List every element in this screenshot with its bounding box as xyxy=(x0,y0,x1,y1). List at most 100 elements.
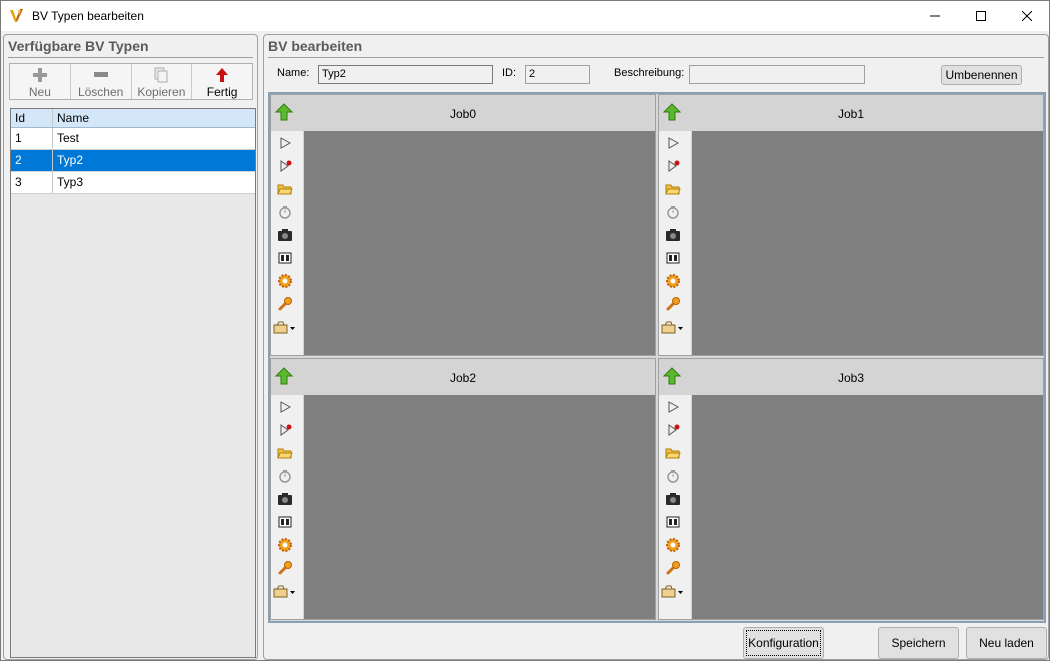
toolbox-dropdown-icon[interactable] xyxy=(661,319,685,335)
description-label: Beschreibung: xyxy=(614,67,685,79)
play-icon[interactable] xyxy=(665,135,681,151)
toolbox-dropdown-icon[interactable] xyxy=(273,319,297,335)
description-field[interactable] xyxy=(689,65,865,84)
open-folder-icon[interactable] xyxy=(277,445,293,461)
job-canvas[interactable] xyxy=(692,395,1043,619)
io-module-icon[interactable] xyxy=(277,514,293,530)
timer-icon[interactable] xyxy=(665,204,681,220)
play-icon[interactable] xyxy=(277,399,293,415)
io-module-icon[interactable] xyxy=(277,250,293,266)
column-header-name[interactable]: Name xyxy=(53,109,255,127)
job-canvas[interactable] xyxy=(304,131,655,355)
minimize-icon xyxy=(930,15,940,17)
column-header-id[interactable]: Id xyxy=(11,109,53,127)
rename-button[interactable]: Umbenennen xyxy=(941,65,1022,85)
name-label: Name: xyxy=(277,67,310,79)
job-canvas[interactable] xyxy=(304,395,655,619)
copy-icon xyxy=(153,67,169,83)
settings-gear-icon[interactable] xyxy=(665,273,681,289)
maximize-icon xyxy=(976,11,986,21)
reload-button[interactable]: Neu laden xyxy=(966,627,1047,659)
io-module-icon[interactable] xyxy=(665,514,681,530)
row-name: Test xyxy=(57,131,80,145)
job-toolbar xyxy=(271,395,303,619)
job-panel-1: Job1 xyxy=(658,94,1044,356)
wrench-icon[interactable] xyxy=(277,296,293,312)
timer-icon[interactable] xyxy=(277,204,293,220)
table-row[interactable]: 3 Typ3 xyxy=(11,172,255,194)
job-canvas[interactable] xyxy=(692,131,1043,355)
timer-icon[interactable] xyxy=(665,468,681,484)
table-row-selected[interactable]: 2 Typ2 xyxy=(11,150,255,172)
job-title: Job1 xyxy=(837,107,865,121)
dialog-window: BV Typen bearbeiten Verfügbare BV Typen … xyxy=(0,0,1050,661)
done-label: Fertig xyxy=(206,85,238,99)
minus-icon xyxy=(93,67,109,83)
io-module-icon[interactable] xyxy=(665,250,681,266)
camera-icon[interactable] xyxy=(665,491,681,507)
types-toolbar: Neu Löschen Kopieren Fertig xyxy=(9,63,253,100)
wrench-icon[interactable] xyxy=(665,296,681,312)
divider xyxy=(268,57,1044,58)
types-table: Id Name 1 Test 2 Typ2 3 Typ3 xyxy=(10,108,256,658)
app-logo-icon xyxy=(10,9,23,22)
play-icon[interactable] xyxy=(665,399,681,415)
save-button[interactable]: Speichern xyxy=(878,627,959,659)
settings-gear-icon[interactable] xyxy=(665,537,681,553)
maximize-button[interactable] xyxy=(958,1,1004,31)
new-button[interactable]: Neu xyxy=(10,64,71,99)
row-id: 1 xyxy=(11,128,53,149)
run-flag-icon[interactable] xyxy=(665,422,681,438)
open-folder-icon[interactable] xyxy=(665,181,681,197)
window-title: BV Typen bearbeiten xyxy=(32,9,144,23)
minimize-button[interactable] xyxy=(912,1,958,31)
table-row[interactable]: 1 Test xyxy=(11,128,255,150)
run-flag-icon[interactable] xyxy=(277,158,293,174)
row-id: 3 xyxy=(11,172,53,193)
properties-row: Name: Typ2 ID: 2 Beschreibung: Umbenenne… xyxy=(264,65,1048,85)
toolbox-dropdown-icon[interactable] xyxy=(661,583,685,599)
copy-button[interactable]: Kopieren xyxy=(132,64,193,99)
job-title: Job2 xyxy=(449,371,477,385)
camera-icon[interactable] xyxy=(277,491,293,507)
job-toolbar xyxy=(659,131,691,355)
play-icon[interactable] xyxy=(277,135,293,151)
timer-icon[interactable] xyxy=(277,468,293,484)
close-button[interactable] xyxy=(1004,1,1050,31)
camera-icon[interactable] xyxy=(277,227,293,243)
edit-panel: BV bearbeiten Name: Typ2 ID: 2 Beschreib… xyxy=(263,34,1049,660)
job-panel-2: Job2 xyxy=(270,358,656,620)
row-name: Typ2 xyxy=(57,153,84,167)
settings-gear-icon[interactable] xyxy=(277,273,293,289)
row-id: 2 xyxy=(11,150,53,171)
run-flag-icon[interactable] xyxy=(665,158,681,174)
available-types-panel: Verfügbare BV Typen Neu Löschen Kopieren xyxy=(3,34,258,660)
delete-label: Löschen xyxy=(77,85,124,99)
wrench-icon[interactable] xyxy=(665,560,681,576)
job-toolbar xyxy=(271,131,303,355)
id-field[interactable]: 2 xyxy=(525,65,590,84)
id-label: ID: xyxy=(502,67,517,79)
job-panel-0: Job0 xyxy=(270,94,656,356)
open-folder-icon[interactable] xyxy=(665,445,681,461)
close-icon xyxy=(1022,11,1032,21)
toolbox-dropdown-icon[interactable] xyxy=(273,583,297,599)
camera-icon[interactable] xyxy=(665,227,681,243)
open-folder-icon[interactable] xyxy=(277,181,293,197)
settings-gear-icon[interactable] xyxy=(277,537,293,553)
arrow-up-red-icon xyxy=(214,67,230,83)
job-title: Job3 xyxy=(837,371,865,385)
plus-icon xyxy=(32,67,48,83)
job-title: Job0 xyxy=(449,107,477,121)
name-field[interactable]: Typ2 xyxy=(318,65,493,84)
available-types-header: Verfügbare BV Typen xyxy=(8,38,149,54)
copy-label: Kopieren xyxy=(137,85,186,99)
configuration-button[interactable]: Konfiguration xyxy=(743,627,824,659)
job-toolbar xyxy=(659,395,691,619)
delete-button[interactable]: Löschen xyxy=(71,64,132,99)
job-panel-3: Job3 xyxy=(658,358,1044,620)
divider xyxy=(8,57,253,58)
done-button[interactable]: Fertig xyxy=(192,64,252,99)
run-flag-icon[interactable] xyxy=(277,422,293,438)
wrench-icon[interactable] xyxy=(277,560,293,576)
